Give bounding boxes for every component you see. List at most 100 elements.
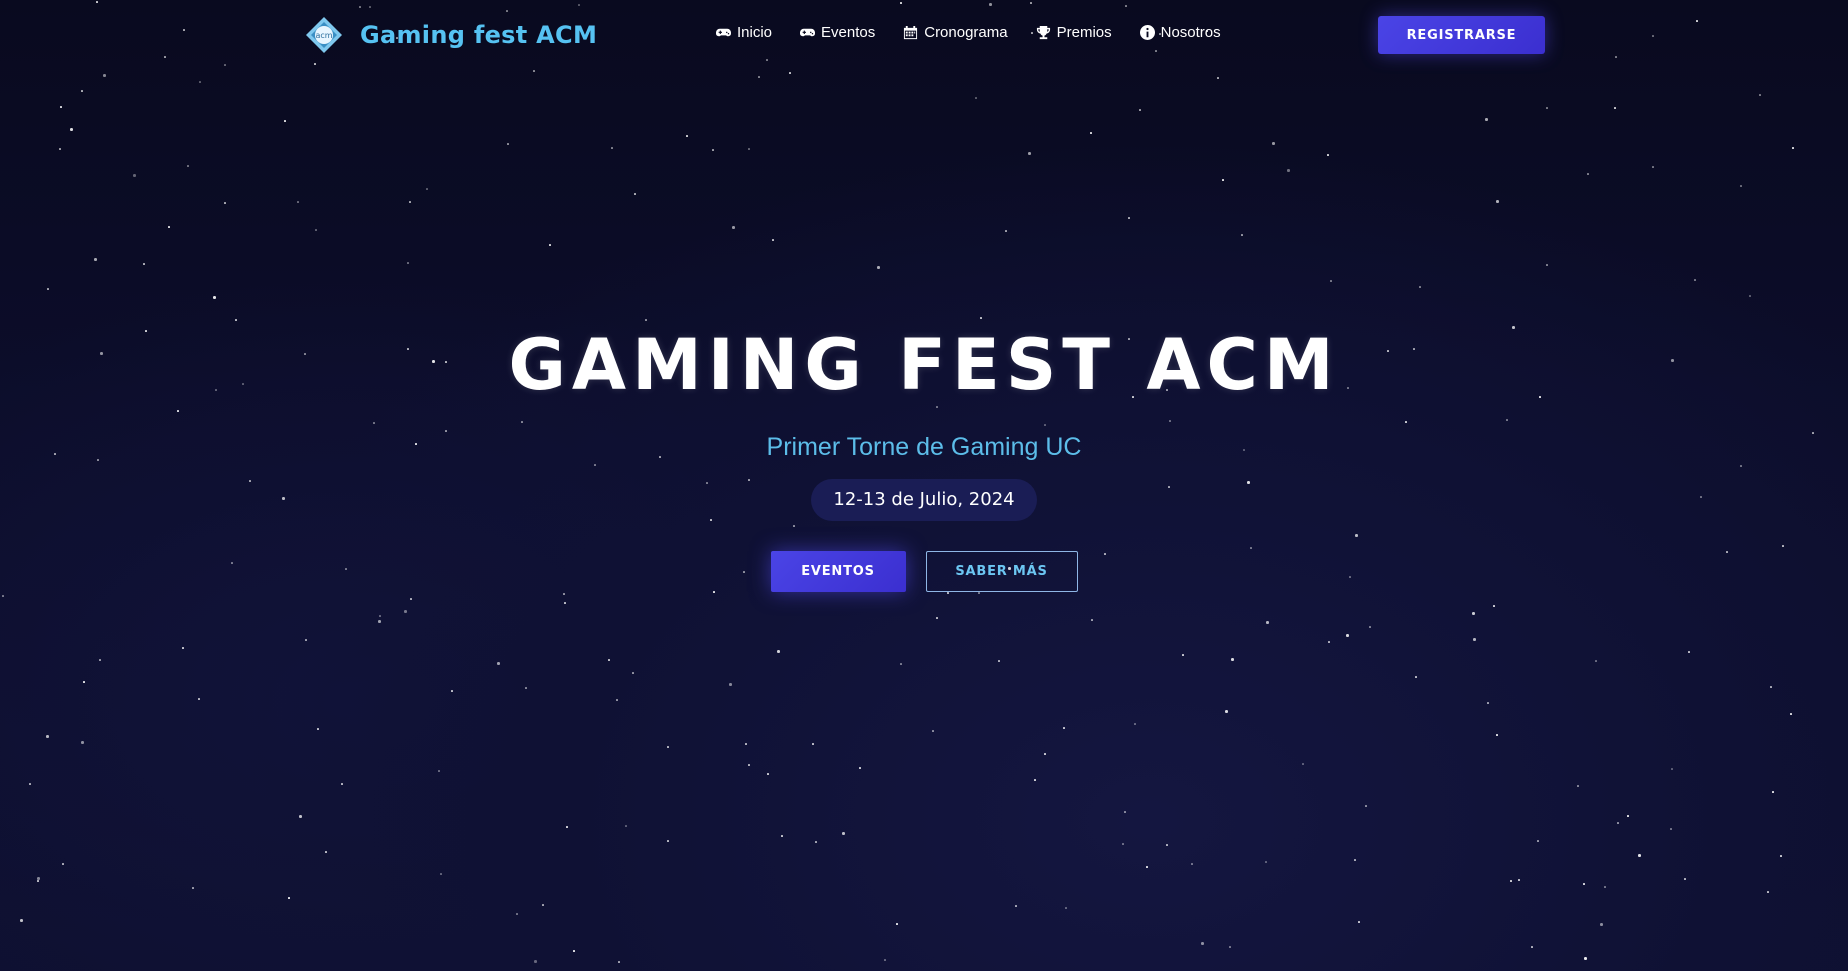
star (781, 835, 783, 837)
star (305, 639, 307, 641)
star (143, 263, 145, 265)
star (980, 317, 982, 319)
star (1044, 753, 1046, 755)
star (1419, 286, 1421, 288)
star (1265, 861, 1267, 863)
star (932, 730, 934, 732)
star (1139, 109, 1141, 111)
gamepad-icon (716, 25, 731, 40)
register-button[interactable]: REGISTRARSE (1378, 16, 1545, 54)
star (748, 764, 750, 766)
star (1617, 822, 1619, 824)
star (103, 74, 106, 77)
star (81, 90, 83, 92)
star (341, 783, 343, 785)
star (379, 615, 381, 617)
star (1415, 676, 1417, 678)
star (1369, 626, 1371, 628)
nav-item-label: Nosotros (1160, 24, 1221, 41)
star (978, 592, 980, 594)
star (516, 913, 518, 915)
star (1229, 946, 1231, 948)
star (1166, 844, 1168, 846)
nav-item-inicio[interactable]: Inicio (716, 24, 772, 41)
star (686, 135, 688, 137)
nav-item-label: Premios (1056, 24, 1112, 41)
star (20, 919, 23, 922)
star (1740, 185, 1742, 187)
star (81, 741, 84, 744)
star (1688, 651, 1690, 653)
hero-title: GAMING FEST ACM (508, 324, 1340, 406)
star (632, 672, 634, 674)
star (1767, 891, 1769, 893)
star (729, 683, 732, 686)
brand[interactable]: acm Gaming fest ACM (304, 15, 597, 55)
star (168, 226, 170, 228)
star (1684, 878, 1686, 880)
nav-item-label: Eventos (821, 24, 876, 41)
star (1302, 763, 1304, 765)
star (1201, 942, 1204, 945)
star (1600, 923, 1603, 926)
star (1652, 166, 1654, 168)
nav-item-cronograma[interactable]: Cronograma (903, 24, 1008, 41)
star (1266, 621, 1269, 624)
star (1671, 768, 1673, 770)
info-icon (1139, 25, 1155, 40)
star (297, 201, 299, 203)
star (1759, 94, 1761, 96)
star (70, 128, 73, 131)
star (1472, 612, 1475, 615)
nav-item-nosotros[interactable]: Nosotros (1139, 24, 1221, 41)
star (1604, 886, 1606, 888)
star (438, 770, 440, 772)
star (608, 659, 610, 661)
star (404, 610, 407, 613)
star (1128, 217, 1130, 219)
star (440, 873, 442, 875)
star (1090, 132, 1092, 134)
star (1670, 828, 1672, 830)
star (563, 593, 565, 595)
star (224, 202, 226, 204)
star (1772, 791, 1774, 793)
hero-cta-row: EVENTOS SABER MÁS (0, 551, 1848, 592)
star (37, 877, 40, 880)
star (767, 773, 769, 775)
learn-more-button[interactable]: SABER MÁS (925, 551, 1078, 592)
nav-item-eventos[interactable]: Eventos (800, 24, 875, 41)
star (1595, 660, 1597, 662)
logo-text: acm (315, 31, 332, 40)
star (62, 863, 64, 865)
star (1365, 805, 1367, 807)
star (542, 904, 544, 906)
star (182, 647, 184, 649)
star (732, 226, 735, 229)
star (192, 887, 194, 889)
star (815, 841, 817, 843)
star (745, 743, 747, 745)
trophy-icon (1036, 25, 1051, 40)
star (645, 319, 647, 321)
star (625, 825, 627, 827)
star (1780, 855, 1782, 857)
star (975, 97, 977, 99)
star (1241, 234, 1243, 236)
star (133, 174, 136, 177)
star (1493, 605, 1495, 607)
star (1510, 880, 1512, 882)
star (789, 72, 791, 74)
event-date-badge: 12-13 de Julio, 2024 (811, 479, 1037, 521)
nav-item-premios[interactable]: Premios (1036, 24, 1112, 41)
star (618, 961, 620, 963)
star (1231, 658, 1234, 661)
star (877, 266, 880, 269)
star (564, 602, 566, 604)
star (611, 147, 613, 149)
events-button[interactable]: EVENTOS (770, 551, 906, 592)
star (94, 258, 97, 261)
star (1005, 230, 1007, 232)
star (1182, 654, 1184, 656)
star (1146, 866, 1148, 868)
